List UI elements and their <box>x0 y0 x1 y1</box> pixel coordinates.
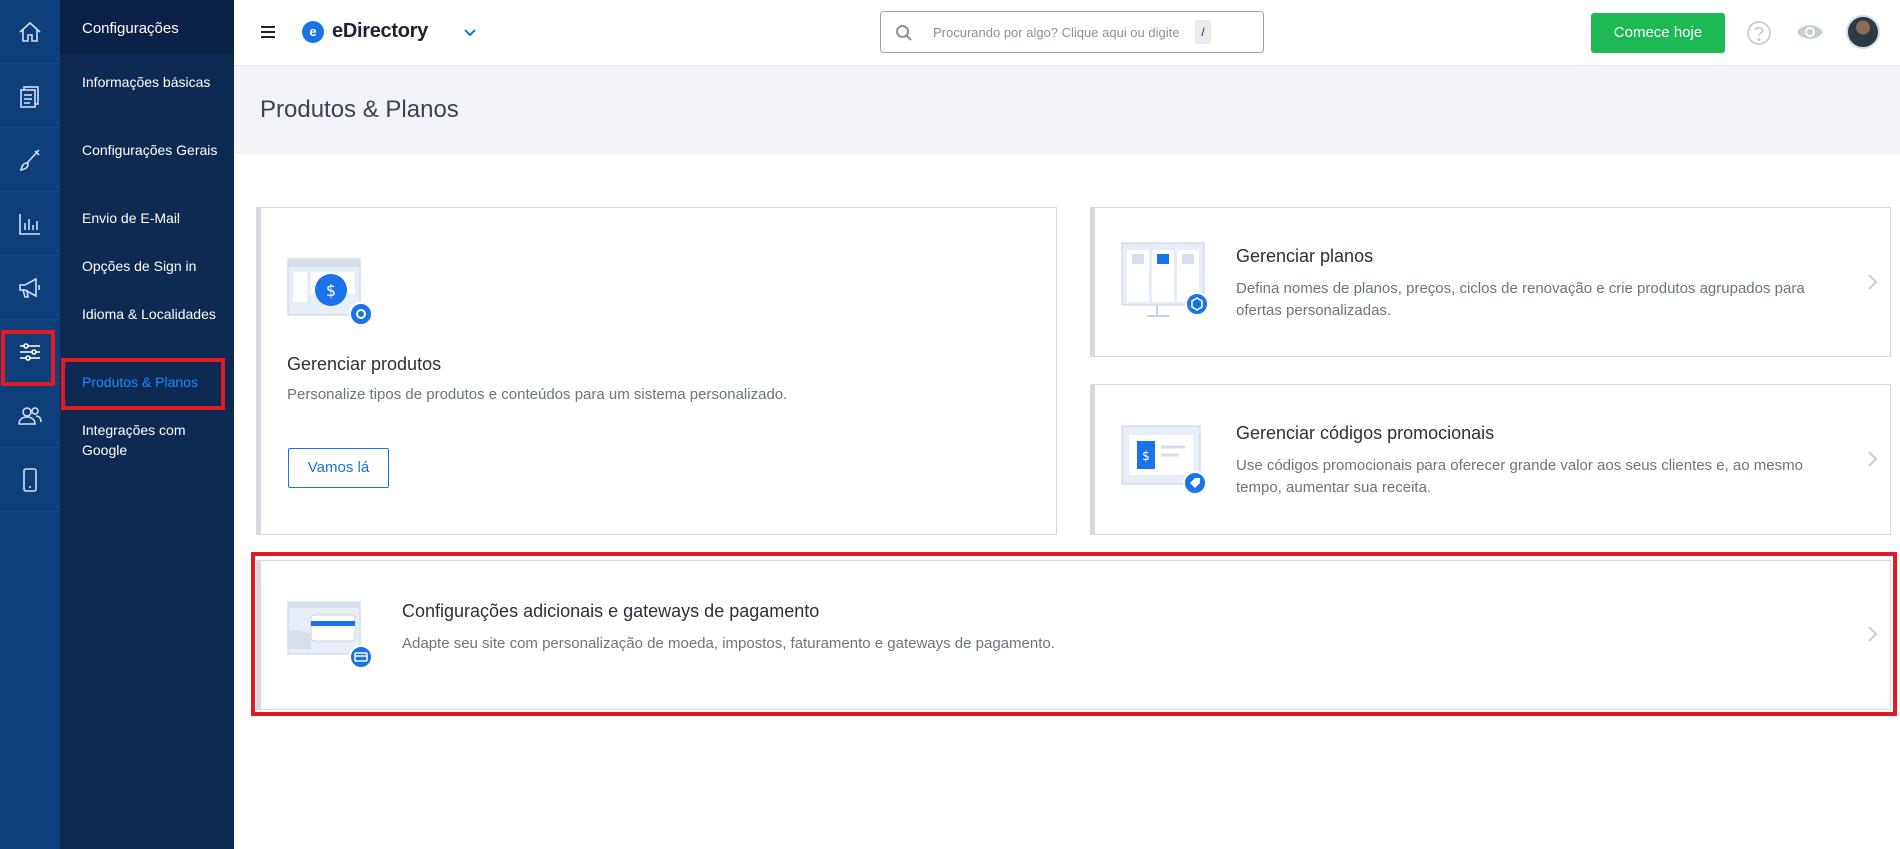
icon-rail <box>0 0 60 849</box>
settings-subnav: Configurações Informações básicas Config… <box>60 0 234 849</box>
manage-products-description: Personalize tipos de produtos e conteúdo… <box>287 386 788 403</box>
manage-plans-description: Defina nomes de planos, preços, ciclos d… <box>1236 280 1805 319</box>
logo-mark-icon: e <box>302 20 324 43</box>
subnav-item-configuracoes-gerais[interactable]: Configurações Gerais <box>82 140 222 160</box>
manage-products-title: Gerenciar produtos <box>287 354 442 374</box>
users-icon <box>18 406 42 425</box>
megaphone-icon <box>19 277 40 298</box>
promo-code-illustration-icon: $ <box>1121 425 1207 495</box>
home-icon <box>19 21 41 42</box>
search-shortcut-key: / <box>1195 20 1211 44</box>
subnav-item-envio-email[interactable]: Envio de E-Mail <box>82 208 222 228</box>
subnav-title: Configurações <box>60 0 234 54</box>
documents-icon <box>20 85 39 108</box>
search-placeholder: Procurando por algo? Clique aqui ou digi… <box>933 25 1180 40</box>
rail-highlight-box <box>1 330 55 386</box>
rail-design[interactable] <box>0 128 60 192</box>
rail-users[interactable] <box>0 384 60 448</box>
subnav-item-idioma-localidades[interactable]: Idioma & Localidades <box>82 304 222 324</box>
chart-icon <box>19 213 40 235</box>
subnav-highlight-box <box>61 358 225 410</box>
plans-illustration-icon <box>1121 242 1207 317</box>
rail-content[interactable] <box>0 64 60 128</box>
rail-home[interactable] <box>0 0 60 64</box>
manage-promo-codes-title: Gerenciar códigos promocionais <box>1236 423 1495 443</box>
logo[interactable]: e eDirectory <box>302 20 428 43</box>
lets-go-button[interactable]: Vamos lá <box>288 448 389 488</box>
help-icon[interactable] <box>1746 20 1772 46</box>
chevron-down-icon[interactable] <box>462 24 478 40</box>
page-title: Produtos & Planos <box>260 96 459 123</box>
rail-promote[interactable] <box>0 256 60 320</box>
subnav-item-opcoes-sign-in[interactable]: Opções de Sign in <box>82 256 222 276</box>
rail-mobile[interactable] <box>0 448 60 512</box>
svg-text:$: $ <box>326 281 336 300</box>
page-header: Produtos & Planos <box>234 66 1900 154</box>
logo-text: eDirectory <box>332 20 428 42</box>
eye-icon[interactable] <box>1796 20 1824 44</box>
mobile-icon <box>23 467 37 492</box>
brush-icon <box>19 148 40 171</box>
products-gear-illustration-icon: $ <box>287 258 373 326</box>
hamburger-menu-icon[interactable] <box>260 24 276 40</box>
manage-promo-codes-card[interactable]: $ Gerenciar códigos promocionais Use cód… <box>1090 384 1891 535</box>
manage-plans-card[interactable]: Gerenciar planos Defina nomes de planos,… <box>1090 207 1891 357</box>
manage-plans-title: Gerenciar planos <box>1236 246 1374 266</box>
search-icon <box>896 25 912 41</box>
chevron-right-icon <box>1868 274 1878 290</box>
svg-text:$: $ <box>1142 449 1150 463</box>
start-today-button[interactable]: Comece hoje <box>1591 13 1725 53</box>
rail-reports[interactable] <box>0 192 60 256</box>
payment-gateways-highlight-box <box>251 552 1897 716</box>
manage-products-card: $ Gerenciar produtos Personalize tipos d… <box>256 207 1057 535</box>
subnav-item-informacoes-basicas[interactable]: Informações básicas <box>82 72 222 92</box>
manage-promo-codes-description: Use códigos promocionais para oferecer g… <box>1236 457 1803 496</box>
top-bar: e eDirectory Procurando por algo? Clique… <box>234 0 1900 66</box>
chevron-right-icon <box>1868 451 1878 467</box>
subnav-item-integracoes-google[interactable]: Integrações com Google <box>82 420 222 460</box>
user-avatar[interactable] <box>1846 15 1880 49</box>
search-bar[interactable]: Procurando por algo? Clique aqui ou digi… <box>880 11 1264 53</box>
